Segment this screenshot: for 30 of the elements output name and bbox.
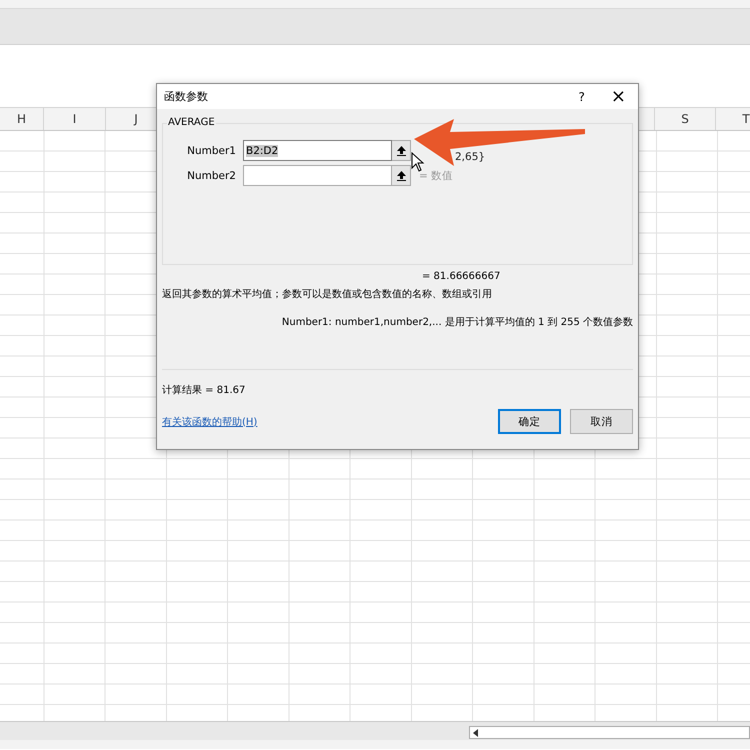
- collapse-button[interactable]: [392, 165, 411, 186]
- upload-arrow-icon: [396, 170, 406, 180]
- argument-field[interactable]: B2:D2: [243, 140, 392, 161]
- column-header[interactable]: S: [681, 112, 689, 126]
- pointer-arrow-icon: [414, 119, 586, 167]
- dialog-title: 函数参数: [164, 89, 209, 104]
- cancel-button[interactable]: 取消: [570, 409, 633, 434]
- scroll-left-icon[interactable]: [473, 729, 479, 737]
- formula-result: = 81.66666667: [422, 271, 502, 282]
- argument-label: Number2: [186, 170, 237, 182]
- help-button[interactable]: ?: [578, 90, 585, 104]
- argument-field[interactable]: [243, 165, 392, 186]
- help-link[interactable]: 有关该函数的帮助(H): [162, 414, 258, 428]
- ok-button[interactable]: 确定: [498, 409, 561, 434]
- column-header[interactable]: J: [134, 112, 138, 126]
- close-button[interactable]: ×: [610, 88, 626, 106]
- argument-description: Number1: number1,number2,... 是用于计算平均值的 1 到 255 个数值参数: [280, 316, 633, 329]
- horizontal-scrollbar[interactable]: [469, 726, 750, 739]
- collapse-button[interactable]: [392, 140, 411, 161]
- upload-arrow-icon: [396, 146, 406, 156]
- mouse-pointer-icon: [411, 152, 425, 172]
- column-header[interactable]: I: [72, 112, 76, 126]
- argument-result: = 数值: [419, 168, 454, 182]
- calculation-result: 计算结果 = 81.67: [162, 384, 246, 397]
- argument-result: 2,65}: [455, 150, 486, 162]
- function-description: 返回其参数的算术平均值；参数可以是数值或包含数值的名称、数组或引用: [162, 288, 493, 301]
- function-name: AVERAGE: [167, 117, 216, 128]
- column-header[interactable]: H: [16, 112, 26, 126]
- column-header[interactable]: T: [742, 112, 750, 126]
- argument-label: Number1: [186, 144, 237, 156]
